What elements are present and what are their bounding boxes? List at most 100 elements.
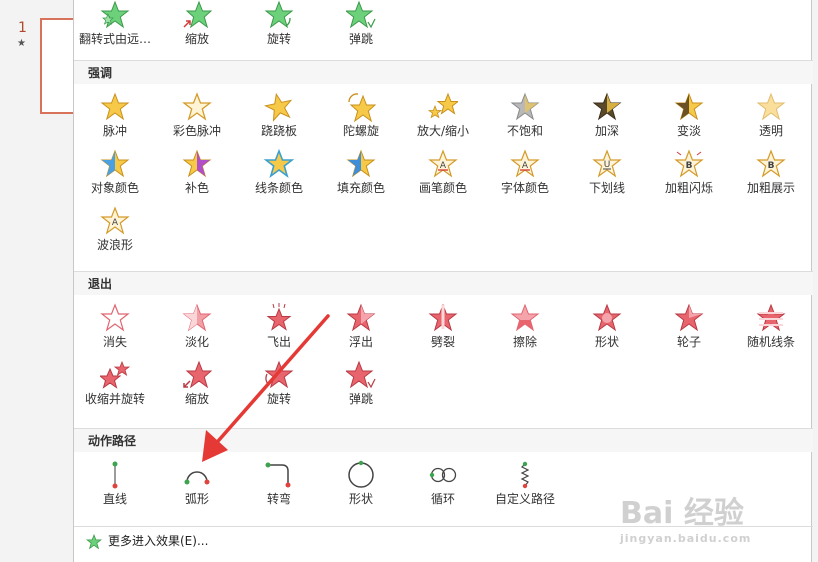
more-entrance-effects-label: 更多进入效果(E)... [108, 534, 209, 548]
entrance-item-label: 弹跳 [348, 32, 373, 46]
emphasis-item-bold-flash[interactable]: B 加粗闪烁 [648, 149, 730, 205]
section-header-motion-paths: 动作路径 [74, 428, 813, 452]
emphasis-item-label: 变淡 [676, 124, 701, 138]
emphasis-item-label: 波浪形 [96, 238, 133, 252]
annotation-arrow [202, 314, 330, 462]
emphasis-item-desaturate[interactable]: 不饱和 [484, 92, 566, 148]
entrance-item-spin[interactable]: 旋转 [238, 0, 320, 56]
entrance-item-label: 翻转式由远… [78, 32, 151, 46]
emphasis-item-label: 不饱和 [506, 124, 543, 138]
emphasis-item-label: 跷跷板 [260, 124, 297, 138]
motion-path-item-loop[interactable]: 循环 [402, 460, 484, 516]
star-exit-shape-icon [592, 303, 622, 332]
emphasis-item-label: 加粗展示 [746, 181, 795, 195]
motion-path-item-line[interactable]: 直线 [74, 460, 156, 516]
entrance-item-flip[interactable]: 翻转式由远… [74, 0, 156, 56]
animation-gallery: 翻转式由远… 缩放 旋转 弹跳 强调 脉冲 彩色脉冲 跷跷板 陀螺旋 放大/缩小… [73, 0, 813, 562]
entrance-item-zoom[interactable]: 缩放 [156, 0, 238, 56]
emphasis-item-fill-color[interactable]: 填充颜色 [320, 149, 402, 205]
emphasis-item-object-color[interactable]: 对象颜色 [74, 149, 156, 205]
motion-path-label: 循环 [430, 492, 455, 506]
emphasis-item-color-pulse[interactable]: 彩色脉冲 [156, 92, 238, 148]
star-exit-wipe-icon [510, 303, 540, 332]
emphasis-item-label: 放大/缩小 [416, 124, 470, 138]
emphasis-item-label: 彩色脉冲 [172, 124, 221, 138]
star-entrance-spin-icon [264, 0, 294, 29]
emphasis-item-brush-color[interactable]: A 画笔颜色 [402, 149, 484, 205]
star-outline-icon [182, 92, 212, 121]
slide-number: 1 [18, 20, 27, 36]
svg-text:B: B [686, 161, 693, 171]
star-gray-icon [510, 92, 540, 121]
star-purple-icon [182, 149, 212, 178]
emphasis-item-label: 对象颜色 [90, 181, 139, 195]
emphasis-item-wave[interactable]: A 波浪形 [74, 206, 156, 262]
emphasis-item-label: 下划线 [588, 181, 625, 195]
emphasis-item-label: 脉冲 [102, 124, 127, 138]
svg-text:A: A [112, 218, 119, 228]
exit-item-label: 擦除 [512, 335, 537, 349]
emphasis-item-label: 填充颜色 [336, 181, 385, 195]
motion-path-item-custom[interactable]: 自定义路径 [484, 460, 566, 516]
star-gold-icon [100, 92, 130, 121]
emphasis-item-underline[interactable]: U 下划线 [566, 149, 648, 205]
star-exit-disappear-icon [100, 303, 130, 332]
star-fill-color-icon [346, 149, 376, 178]
emphasis-item-bold-reveal[interactable]: B 加粗展示 [730, 149, 812, 205]
exit-item-wheel[interactable]: 轮子 [648, 303, 730, 359]
star-exit-split-icon [428, 303, 458, 332]
emphasis-item-darken[interactable]: 加深 [566, 92, 648, 148]
slide-thumbnail-pane: 1 ★ [0, 0, 80, 562]
exit-item-split[interactable]: 劈裂 [402, 303, 484, 359]
star-exit-bounce-icon [346, 360, 376, 389]
emphasis-item-label: 补色 [184, 181, 209, 195]
emphasis-item-label: 字体颜色 [500, 181, 549, 195]
emphasis-item-label: 画笔颜色 [418, 181, 467, 195]
exit-item-wipe[interactable]: 擦除 [484, 303, 566, 359]
entrance-item-bounce[interactable]: 弹跳 [320, 0, 402, 56]
emphasis-item-grow-shrink[interactable]: 放大/缩小 [402, 92, 484, 148]
emphasis-item-pulse[interactable]: 脉冲 [74, 92, 156, 148]
emphasis-item-label: 加深 [594, 124, 619, 138]
exit-item-shrink-turn[interactable]: 收缩并旋转 [74, 360, 156, 416]
watermark-main-text: Bai 经验 [620, 496, 744, 531]
exit-item-label: 收缩并旋转 [84, 392, 145, 406]
emphasis-item-font-color[interactable]: A 字体颜色 [484, 149, 566, 205]
star-lighten-icon [674, 92, 704, 121]
path-loop-icon [429, 467, 457, 483]
exit-item-random-bars[interactable]: 随机线条 [730, 303, 812, 359]
star-brush-color-icon: A [428, 149, 458, 178]
path-shape-icon [348, 460, 374, 488]
star-font-color-icon: A [510, 149, 540, 178]
star-tilt-icon [264, 92, 293, 122]
star-entrance-flip-icon [100, 0, 130, 29]
motion-path-label: 直线 [102, 492, 127, 506]
section-header-exit: 退出 [74, 271, 813, 295]
exit-item-label: 形状 [594, 335, 619, 349]
motion-path-label: 转弯 [266, 492, 291, 506]
emphasis-item-transparency[interactable]: 透明 [730, 92, 812, 148]
emphasis-item-label: 透明 [758, 124, 783, 138]
emphasis-item-line-color[interactable]: 线条颜色 [238, 149, 320, 205]
emphasis-item-teeter[interactable]: 跷跷板 [238, 92, 320, 148]
star-exit-shrink-turn-icon [100, 360, 130, 389]
watermark: Bai 经验 jingyan.baidu.com [620, 488, 800, 548]
exit-item-disappear[interactable]: 消失 [74, 303, 156, 359]
emphasis-item-lighten[interactable]: 变淡 [648, 92, 730, 148]
star-grow-icon [428, 92, 458, 119]
star-wave-icon: A [100, 206, 130, 235]
motion-path-label: 弧形 [184, 492, 209, 506]
star-blue-icon [100, 149, 130, 178]
star-exit-random-bars-icon [756, 303, 786, 332]
entrance-item-label: 旋转 [266, 32, 291, 46]
emphasis-item-complementary[interactable]: 补色 [156, 149, 238, 205]
star-transparent-icon [756, 92, 786, 121]
star-entrance-bounce-icon [346, 0, 376, 29]
emphasis-item-label: 线条颜色 [254, 181, 303, 195]
emphasis-item-label: 加粗闪烁 [664, 181, 713, 195]
svg-text:B: B [768, 161, 775, 171]
exit-item-shape[interactable]: 形状 [566, 303, 648, 359]
entrance-item-label: 缩放 [184, 32, 209, 46]
emphasis-item-spin[interactable]: 陀螺旋 [320, 92, 402, 148]
emphasis-item-label: 陀螺旋 [342, 124, 379, 138]
